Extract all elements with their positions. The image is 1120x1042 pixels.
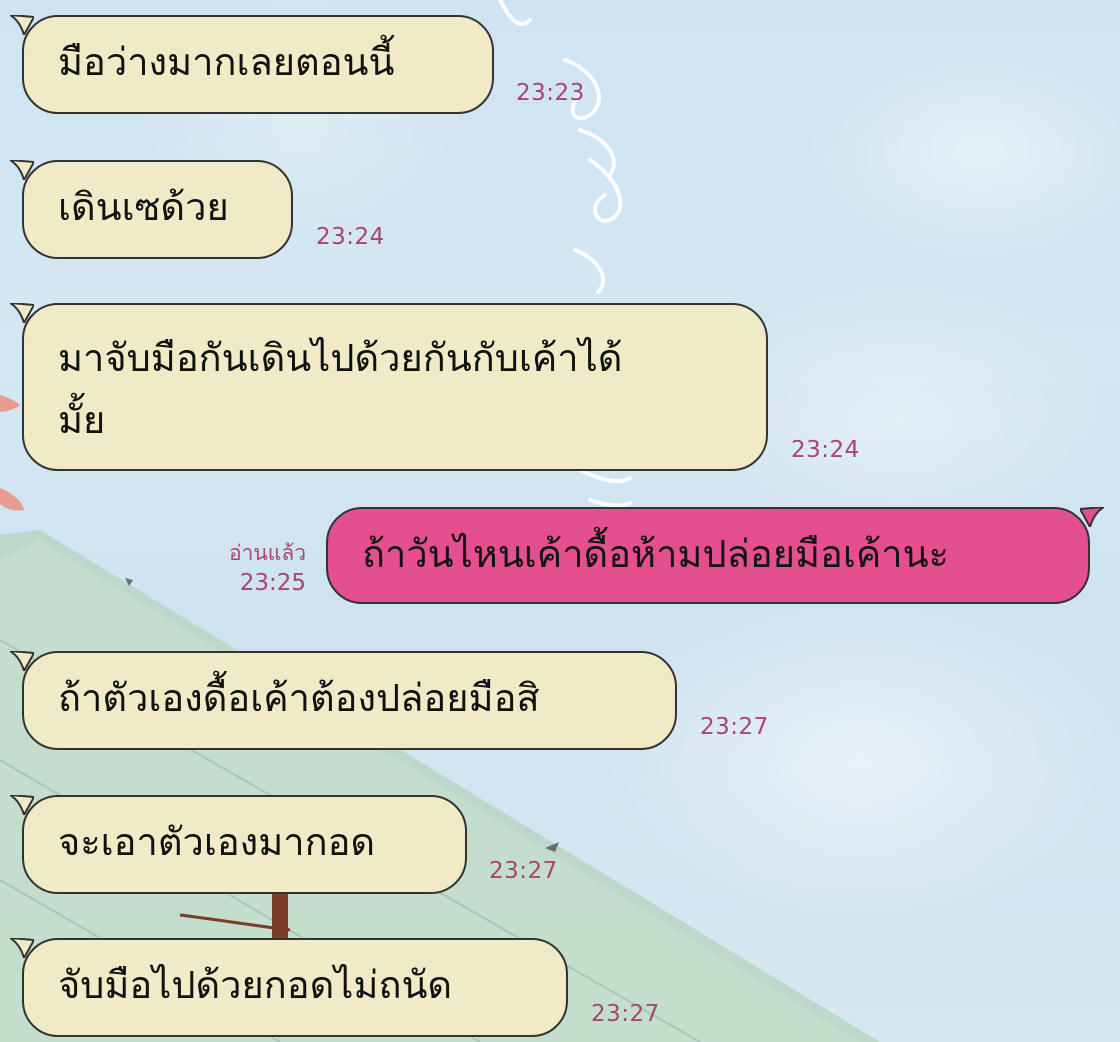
read-receipt: อ่านแล้ว 23:25 bbox=[200, 538, 306, 598]
message-text: เดินเซด้วย bbox=[58, 185, 229, 229]
message-text-line-1: มาจับมือกันเดินไปด้วยกันกับเค้าได้ bbox=[58, 336, 623, 380]
message-bubble-incoming[interactable]: มาจับมือกันเดินไปด้วยกันกับเค้าได้ มั้ย bbox=[10, 303, 768, 471]
message-timestamp: 23:23 bbox=[516, 80, 585, 106]
message-text: จะเอาตัวเองมากอด bbox=[58, 820, 376, 864]
message-text: จับมือไปด้วยกอดไม่ถนัด bbox=[58, 963, 453, 1007]
message-bubble-incoming[interactable]: จะเอาตัวเองมากอด bbox=[10, 795, 467, 894]
message-bubble-outgoing[interactable]: ถ้าวันไหนเค้าดื้อห้ามปล่อยมือเค้านะ bbox=[326, 507, 1104, 604]
message-text: มือว่างมากเลยตอนนี้ bbox=[58, 40, 395, 84]
message-text: ถ้าตัวเองดื้อเค้าต้องปล่อยมือสิ bbox=[58, 676, 540, 720]
message-bubble-incoming[interactable]: เดินเซด้วย bbox=[10, 160, 293, 259]
bubble-tail-incoming bbox=[10, 160, 34, 180]
message-timestamp: 23:27 bbox=[591, 1001, 660, 1027]
bubble-tail-incoming bbox=[10, 651, 34, 671]
message-timestamp: 23:27 bbox=[700, 714, 769, 740]
message-text: ถ้าวันไหนเค้าดื้อห้ามปล่อยมือเค้านะ bbox=[362, 532, 949, 576]
message-timestamp: 23:24 bbox=[316, 224, 385, 250]
message-timestamp: 23:24 bbox=[791, 437, 860, 463]
message-bubble-incoming[interactable]: มือว่างมากเลยตอนนี้ bbox=[10, 15, 494, 114]
read-status: อ่านแล้ว bbox=[229, 541, 306, 565]
bubble-tail-incoming bbox=[10, 938, 34, 958]
bubble-tail-incoming bbox=[10, 303, 34, 323]
message-text-line-2: มั้ย bbox=[58, 398, 106, 442]
bubble-tail-incoming bbox=[10, 15, 34, 35]
message-bubble-incoming[interactable]: จับมือไปด้วยกอดไม่ถนัด bbox=[10, 938, 568, 1037]
bubble-tail-outgoing bbox=[1080, 507, 1104, 527]
message-bubble-incoming[interactable]: ถ้าตัวเองดื้อเค้าต้องปล่อยมือสิ bbox=[10, 651, 677, 750]
message-timestamp: 23:27 bbox=[489, 858, 558, 884]
bubble-tail-incoming bbox=[10, 795, 34, 815]
message-timestamp: 23:25 bbox=[239, 570, 306, 596]
